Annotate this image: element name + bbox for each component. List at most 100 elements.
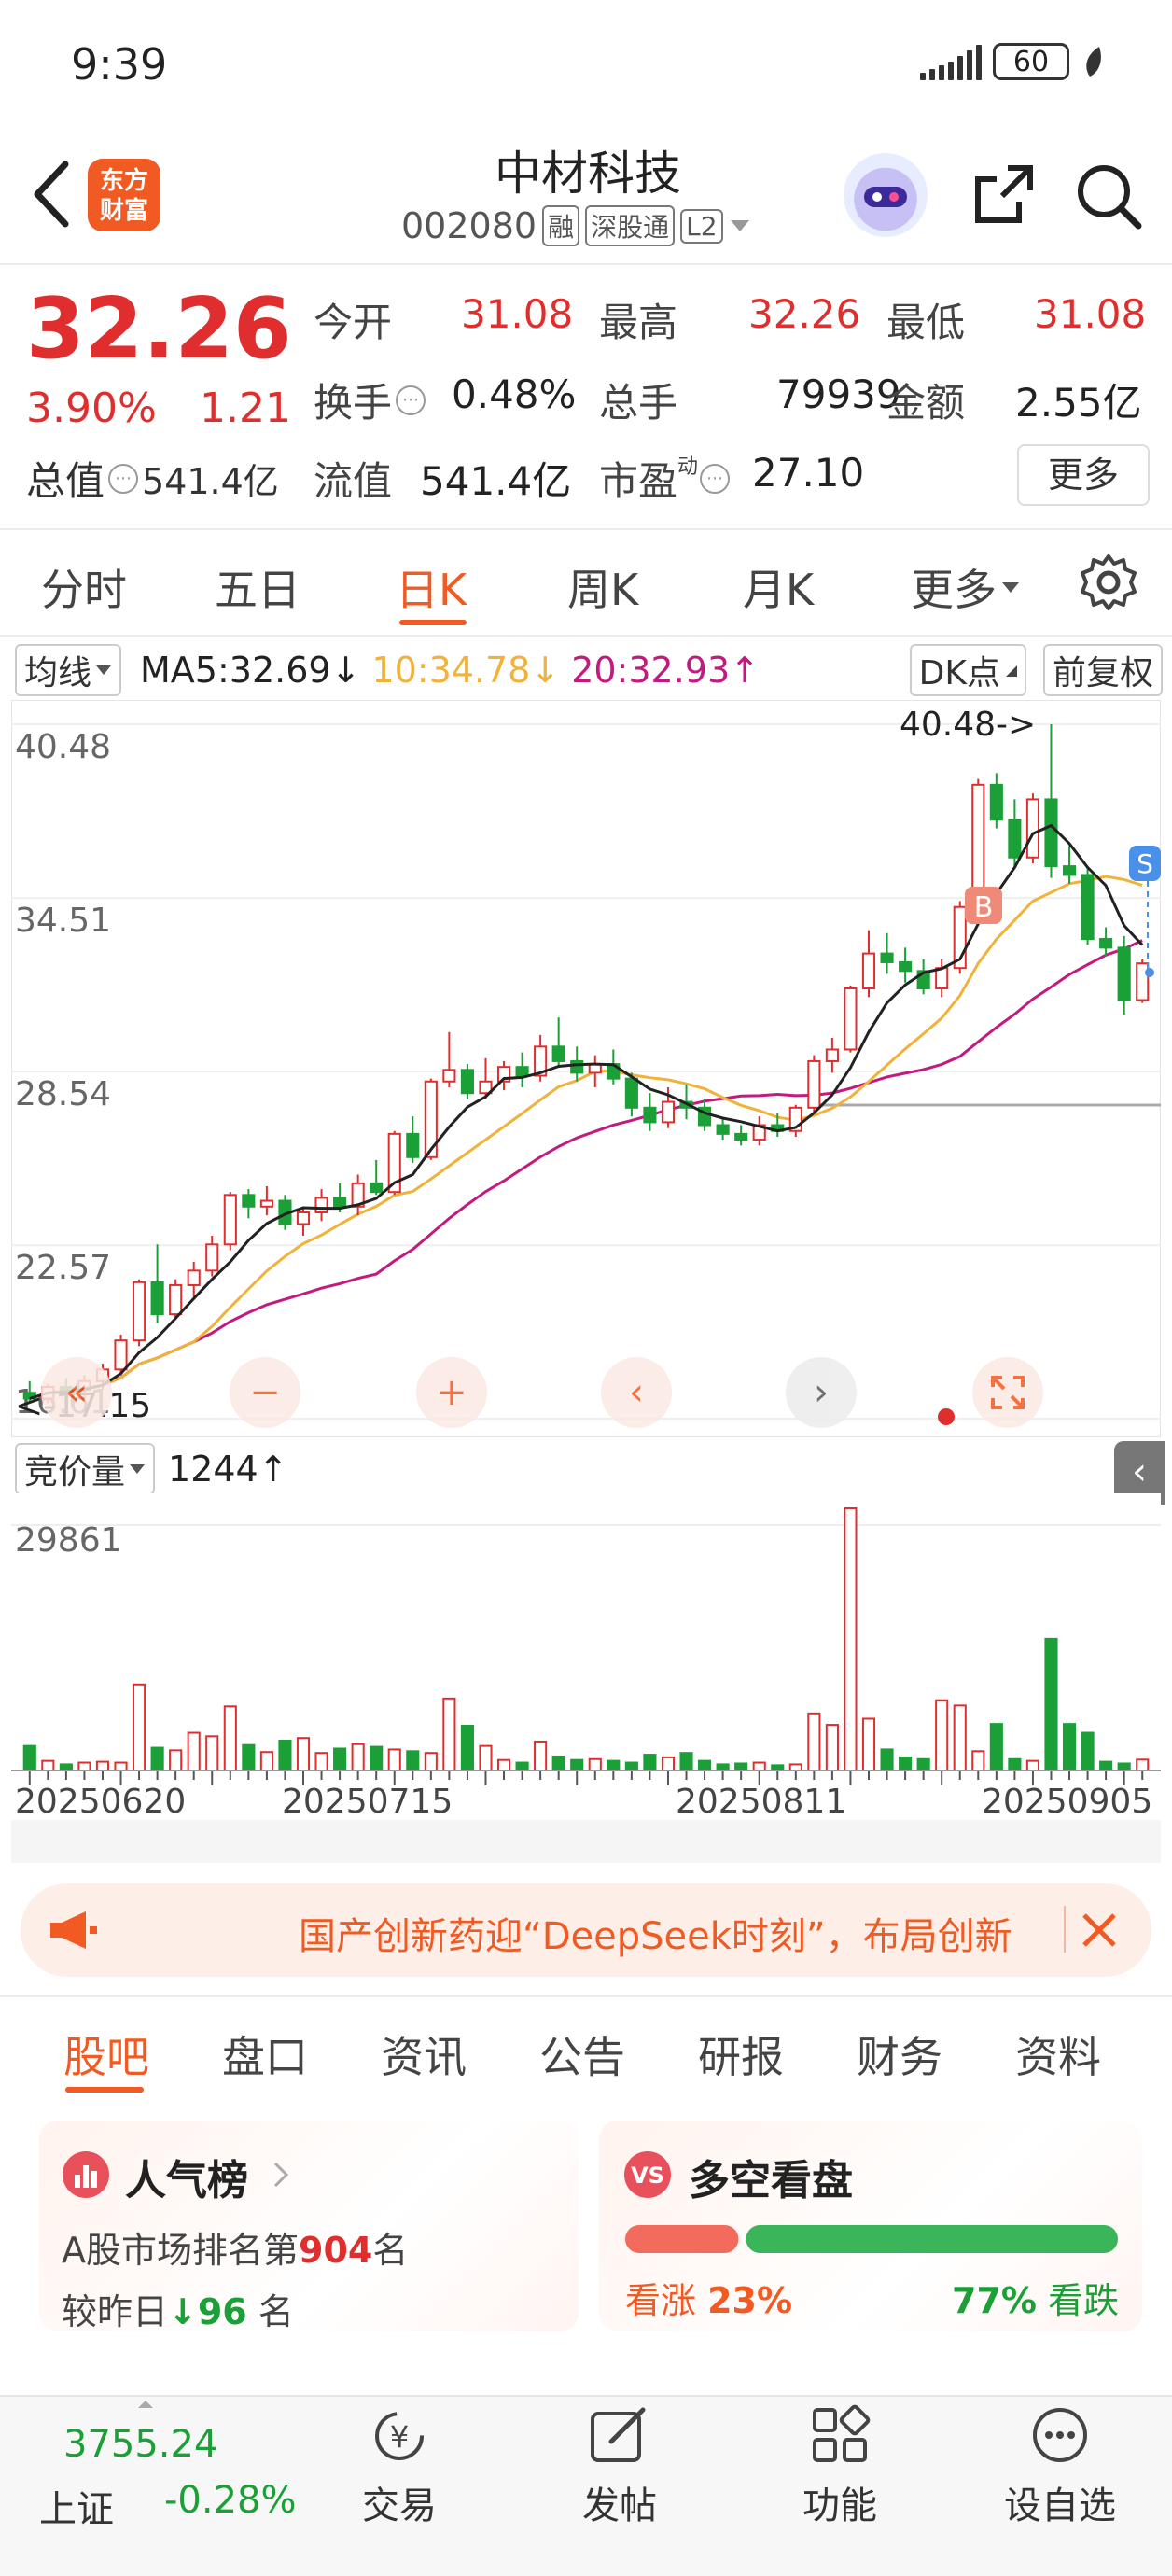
index-name[interactable]: 上证: [39, 2479, 114, 2533]
candle: [807, 1055, 821, 1114]
expand-up-icon[interactable]: [136, 2399, 155, 2410]
volume-bar: [496, 1758, 511, 1771]
volume-bar: [370, 1745, 384, 1772]
svg-text:B: B: [974, 891, 994, 924]
svg-text:S: S: [1137, 848, 1153, 879]
tag-connect: 深股通: [585, 205, 676, 246]
corner-caret-icon: [1005, 665, 1017, 677]
tab-research[interactable]: 研报: [698, 2023, 784, 2085]
float-value: 541.4亿: [420, 458, 572, 504]
tab-news[interactable]: 资讯: [381, 2023, 467, 2085]
tag-level2: L2: [680, 208, 723, 244]
tab-monthly-k[interactable]: 月K: [743, 556, 814, 618]
volume-bar: [624, 1761, 638, 1772]
tab-five-day[interactable]: 五日: [215, 556, 300, 618]
tab-weekly-k[interactable]: 周K: [567, 556, 638, 618]
volume-bar: [387, 1748, 401, 1771]
tab-forum[interactable]: 股吧: [63, 2023, 149, 2085]
last-price: 32.26: [26, 280, 292, 378]
candle: [1026, 793, 1039, 863]
tab-financials[interactable]: 财务: [857, 2023, 942, 2085]
share-icon[interactable]: [970, 161, 1038, 228]
volume-bar: [205, 1735, 219, 1771]
ai-assistant-icon[interactable]: [844, 153, 928, 237]
scroll-left-button[interactable]: ‹: [601, 1357, 672, 1428]
volume-bar: [916, 1757, 930, 1772]
plus-icon: +: [436, 1371, 467, 1414]
quote-divider: [0, 528, 1172, 530]
eastmoney-logo: 东方 财富: [88, 159, 160, 231]
open-label: 今开: [314, 300, 393, 345]
float-value-label: 流值: [314, 458, 393, 504]
close-icon[interactable]: [1079, 1910, 1120, 1951]
ma20-value: 20:32.93↑: [571, 650, 760, 691]
volume-bar: [278, 1740, 292, 1772]
tab-announcements[interactable]: 公告: [539, 2023, 625, 2085]
volume-bar: [479, 1744, 493, 1771]
ma-indicator-row: 均线 MA5:32.69↓ 10:34.78↓ 20:32.93↑ DK点 前复…: [15, 644, 1163, 696]
news-headline[interactable]: 国产创新药迎“DeepSeek时刻”，布局创新: [299, 1906, 1064, 1960]
tab-intraday[interactable]: 分时: [41, 556, 127, 618]
volume-bar: [752, 1761, 766, 1772]
stock-code: 002080: [401, 205, 537, 246]
stock-code-row[interactable]: 002080 融 深股通 L2: [401, 205, 751, 246]
index-value[interactable]: 3755.24: [63, 2423, 217, 2466]
popularity-title: 人气榜: [125, 2157, 248, 2205]
tab-daily-k[interactable]: 日K: [396, 556, 467, 618]
index-change[interactable]: -0.28%: [164, 2479, 297, 2522]
buy-marker[interactable]: B: [965, 887, 1002, 924]
down-arrow-icon: ↓: [168, 2291, 198, 2332]
volume-chart[interactable]: 29861 20250620 20250715 20250811 20250905: [11, 1493, 1161, 1863]
popularity-change-line: 较昨日↓96 名: [62, 2291, 294, 2332]
double-left-icon: «: [64, 1371, 89, 1414]
dk-point-selector[interactable]: DK点: [909, 644, 1026, 696]
total-market-value[interactable]: 总值 ⋯ 541.4亿: [26, 450, 279, 507]
kline-chart[interactable]: 40.4834.5128.5422.5716.61 40.48-> <-17.1…: [11, 700, 1161, 1437]
forward-adjust-button[interactable]: 前复权: [1042, 644, 1163, 696]
candle: [844, 985, 858, 1053]
turnover-value: 0.48%: [452, 371, 577, 417]
ma10-value: 10:34.78↓: [371, 650, 561, 691]
turnover-label[interactable]: 换手 ⋯: [314, 371, 426, 428]
volume-selector[interactable]: 竞价量: [15, 1443, 156, 1495]
volume-bar: [1136, 1758, 1150, 1772]
back-icon[interactable]: [26, 157, 82, 231]
sell-marker[interactable]: S: [1129, 846, 1161, 881]
volume-bar: [314, 1752, 328, 1772]
fullscreen-button[interactable]: [972, 1357, 1043, 1428]
volume-bar: [515, 1761, 529, 1772]
volume-bar: [1081, 1731, 1095, 1772]
pe-label[interactable]: 市盈动 ⋯: [599, 450, 731, 507]
ma5-value: MA5:32.69↓: [140, 650, 361, 691]
zoom-out-button[interactable]: −: [230, 1357, 300, 1428]
kline-y-tick-label: 28.54: [15, 1075, 111, 1113]
volume-bar: [169, 1749, 183, 1771]
volume-bar: [242, 1743, 256, 1772]
more-quote-button[interactable]: 更多: [1017, 444, 1150, 506]
nav-functions[interactable]: 功能: [746, 2404, 933, 2529]
expand-icon: [991, 1376, 1025, 1409]
bear-segment: [746, 2225, 1118, 2253]
volume-bar: [1026, 1759, 1039, 1772]
settings-gear-icon[interactable]: [1079, 553, 1138, 612]
tabs-divider: [0, 635, 1172, 637]
chart-scroll-start-button[interactable]: «: [41, 1357, 112, 1428]
ma-selector[interactable]: 均线: [15, 644, 122, 696]
scroll-right-button[interactable]: ›: [786, 1357, 857, 1428]
tab-order-book[interactable]: 盘口: [222, 2023, 308, 2085]
volume-bar: [150, 1746, 164, 1771]
tab-underline: [65, 2087, 144, 2093]
volume-bar: [825, 1724, 839, 1771]
volume-bar: [1062, 1723, 1077, 1771]
nav-trade[interactable]: ¥ 交易: [306, 2404, 493, 2529]
tab-profile[interactable]: 资料: [1015, 2023, 1101, 2085]
nav-post[interactable]: 发帖: [526, 2404, 713, 2529]
search-icon[interactable]: [1073, 161, 1144, 231]
volume-bar: [1044, 1637, 1058, 1771]
nav-add-watchlist[interactable]: 设自选: [967, 2404, 1153, 2529]
zoom-in-button[interactable]: +: [416, 1357, 487, 1428]
tab-more[interactable]: 更多: [911, 556, 1021, 618]
volume-bar: [95, 1760, 110, 1771]
volume-bar: [861, 1717, 876, 1771]
x-axis-date-label: 20250905: [982, 1783, 1152, 1821]
